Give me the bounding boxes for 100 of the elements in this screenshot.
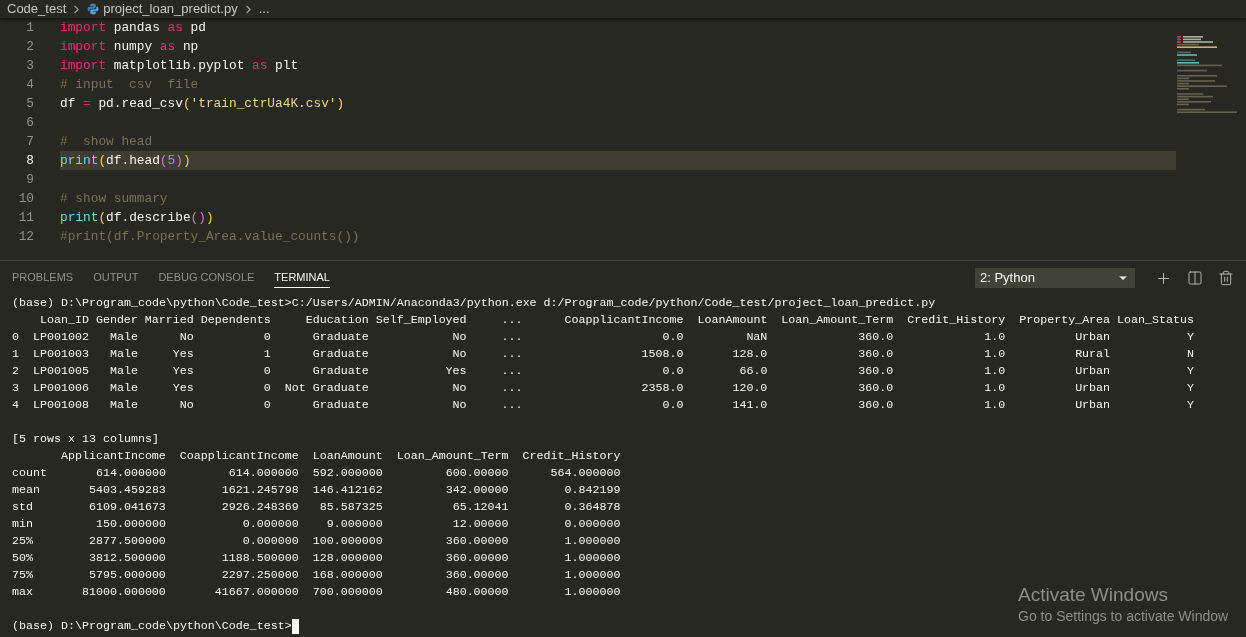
table-cell-text: No bbox=[451, 328, 467, 346]
table-cell-text: 600.00000 bbox=[444, 464, 509, 482]
table-cell-text: Y bbox=[1186, 328, 1195, 346]
table-cell-text: 0.842199 bbox=[563, 481, 621, 499]
code-token: ) bbox=[336, 94, 345, 113]
table-cell-text: 0.000000 bbox=[241, 532, 299, 550]
delete-icon[interactable] bbox=[1218, 270, 1234, 286]
table-cell-text: 360.00000 bbox=[444, 532, 509, 550]
table-cell-text: Yes bbox=[171, 379, 194, 397]
table-cell-text: 6109.041673 bbox=[87, 498, 166, 516]
table-cell-text: 2358.0 bbox=[640, 379, 684, 397]
column-header: ApplicantIncome bbox=[59, 447, 166, 465]
table-cell-text: No bbox=[451, 345, 467, 363]
column-header: Self_Employed bbox=[374, 311, 467, 329]
table-cell-text: N bbox=[1186, 345, 1195, 363]
table-cell-text: Urban bbox=[1074, 362, 1111, 380]
line-number: 6 bbox=[25, 113, 34, 132]
table-cell-text: 0.000000 bbox=[241, 515, 299, 533]
code-token: print bbox=[60, 151, 99, 170]
table-cell-text: ... bbox=[500, 345, 523, 363]
table-cell-text: 1188.500000 bbox=[220, 549, 299, 567]
table-cell-text: 360.0 bbox=[857, 379, 894, 397]
line-number: 3 bbox=[25, 56, 34, 75]
table-cell-text: 1.000000 bbox=[563, 549, 621, 567]
code-token: import bbox=[60, 56, 107, 75]
line-number: 11 bbox=[17, 208, 34, 227]
table-cell-text: No bbox=[178, 396, 194, 414]
table-cell-text: 360.00000 bbox=[444, 566, 509, 584]
code-token: df.describe bbox=[106, 208, 191, 227]
table-cell-text: NaN bbox=[745, 328, 768, 346]
code-token: ( bbox=[98, 151, 107, 170]
column-header: Education bbox=[304, 311, 369, 329]
table-cell-text: 81000.000000 bbox=[80, 583, 166, 601]
row-index: 50% bbox=[12, 549, 34, 567]
row-index: 3 bbox=[12, 379, 19, 397]
row-index: 0 bbox=[12, 328, 19, 346]
terminal-select[interactable]: 2: Python bbox=[975, 268, 1135, 288]
table-cell-text: 1.000000 bbox=[563, 583, 621, 601]
table-cell-text: 168.000000 bbox=[311, 566, 383, 584]
code-token: ) bbox=[175, 151, 183, 170]
table-cell-text: Male bbox=[108, 396, 138, 414]
table-cell-text: Y bbox=[1186, 362, 1195, 380]
table-cell-text: 1.0 bbox=[983, 396, 1006, 414]
row-index: std bbox=[12, 498, 34, 516]
line-number: 10 bbox=[17, 189, 34, 208]
table-cell-text: 1.000000 bbox=[563, 566, 621, 584]
table-cell-text: 614.000000 bbox=[94, 464, 166, 482]
table-cell-text: 66.0 bbox=[738, 362, 768, 380]
row-index: min bbox=[12, 515, 34, 533]
table-cell-text: Y bbox=[1186, 379, 1195, 397]
code-token: np bbox=[181, 37, 199, 56]
breadcrumb-item[interactable]: Code_test bbox=[7, 0, 67, 19]
panel-tab[interactable]: PROBLEMS bbox=[12, 268, 74, 288]
panel-tab[interactable]: DEBUG CONSOLE bbox=[158, 268, 255, 288]
table-cell-text: 1 bbox=[262, 345, 271, 363]
column-header: ... bbox=[500, 311, 523, 329]
table-cell-text: 0 bbox=[262, 328, 271, 346]
table-cell-text: 360.0 bbox=[857, 362, 894, 380]
table-cell-text: Rural bbox=[1074, 345, 1111, 363]
panel-tab[interactable]: OUTPUT bbox=[93, 268, 139, 288]
code-token: pd bbox=[189, 18, 206, 37]
breadcrumb-item[interactable]: project_loan_predict.py bbox=[103, 0, 238, 19]
table-cell-text: 342.00000 bbox=[444, 481, 509, 499]
breadcrumb-item[interactable]: ... bbox=[258, 0, 270, 19]
table-cell-text: 2926.248369 bbox=[220, 498, 299, 516]
code-token: as bbox=[167, 18, 183, 37]
table-cell-text: Graduate bbox=[311, 345, 369, 363]
row-index: 4 bbox=[12, 396, 19, 414]
table-cell-text: Male bbox=[108, 379, 138, 397]
table-cell-text: Yes bbox=[171, 345, 194, 363]
table-cell-text: Urban bbox=[1074, 328, 1111, 346]
table-cell-text: Male bbox=[108, 362, 138, 380]
table-cell-text: LP001002 bbox=[31, 328, 89, 346]
table-cell-text: 1.0 bbox=[983, 328, 1006, 346]
column-header: CoapplicantIncome bbox=[178, 447, 299, 465]
table-cell-text: 0 bbox=[262, 396, 271, 414]
table-cell-text: 1621.245798 bbox=[220, 481, 299, 499]
column-header: Loan_Amount_Term bbox=[780, 311, 894, 329]
table-cell-text: Y bbox=[1186, 396, 1195, 414]
panel-tab[interactable]: TERMINAL bbox=[274, 268, 330, 288]
python-file-icon bbox=[87, 3, 100, 15]
table-cell-text: 1508.0 bbox=[640, 345, 684, 363]
code-token: 5 bbox=[167, 151, 176, 170]
column-header: Credit_History bbox=[521, 447, 621, 465]
table-cell-text: 0 bbox=[262, 379, 271, 397]
row-index: count bbox=[12, 464, 47, 482]
terminal-line: [5 rows x 13 columns] bbox=[12, 430, 159, 448]
code-token: df.head bbox=[106, 151, 160, 170]
line-number: 2 bbox=[25, 37, 34, 56]
table-cell-text: ... bbox=[500, 362, 523, 380]
code-token: # input csv file bbox=[60, 75, 199, 94]
table-cell-text: 1.0 bbox=[983, 345, 1006, 363]
table-cell-text: LP001005 bbox=[31, 362, 89, 380]
split-icon[interactable] bbox=[1187, 270, 1203, 286]
table-cell-text: No bbox=[451, 379, 467, 397]
table-cell-text: Yes bbox=[444, 362, 467, 380]
table-cell-text: 1.0 bbox=[983, 362, 1006, 380]
table-cell-text: 141.0 bbox=[731, 396, 768, 414]
terminal-line: (base) D:\Program_code\python\Code_test>C:/Users/ADMIN/Anaconda3/python.exe d:/Program_code/python/Code_test/project_loan_predict.py bbox=[12, 294, 936, 312]
table-cell-text: ... bbox=[500, 328, 523, 346]
